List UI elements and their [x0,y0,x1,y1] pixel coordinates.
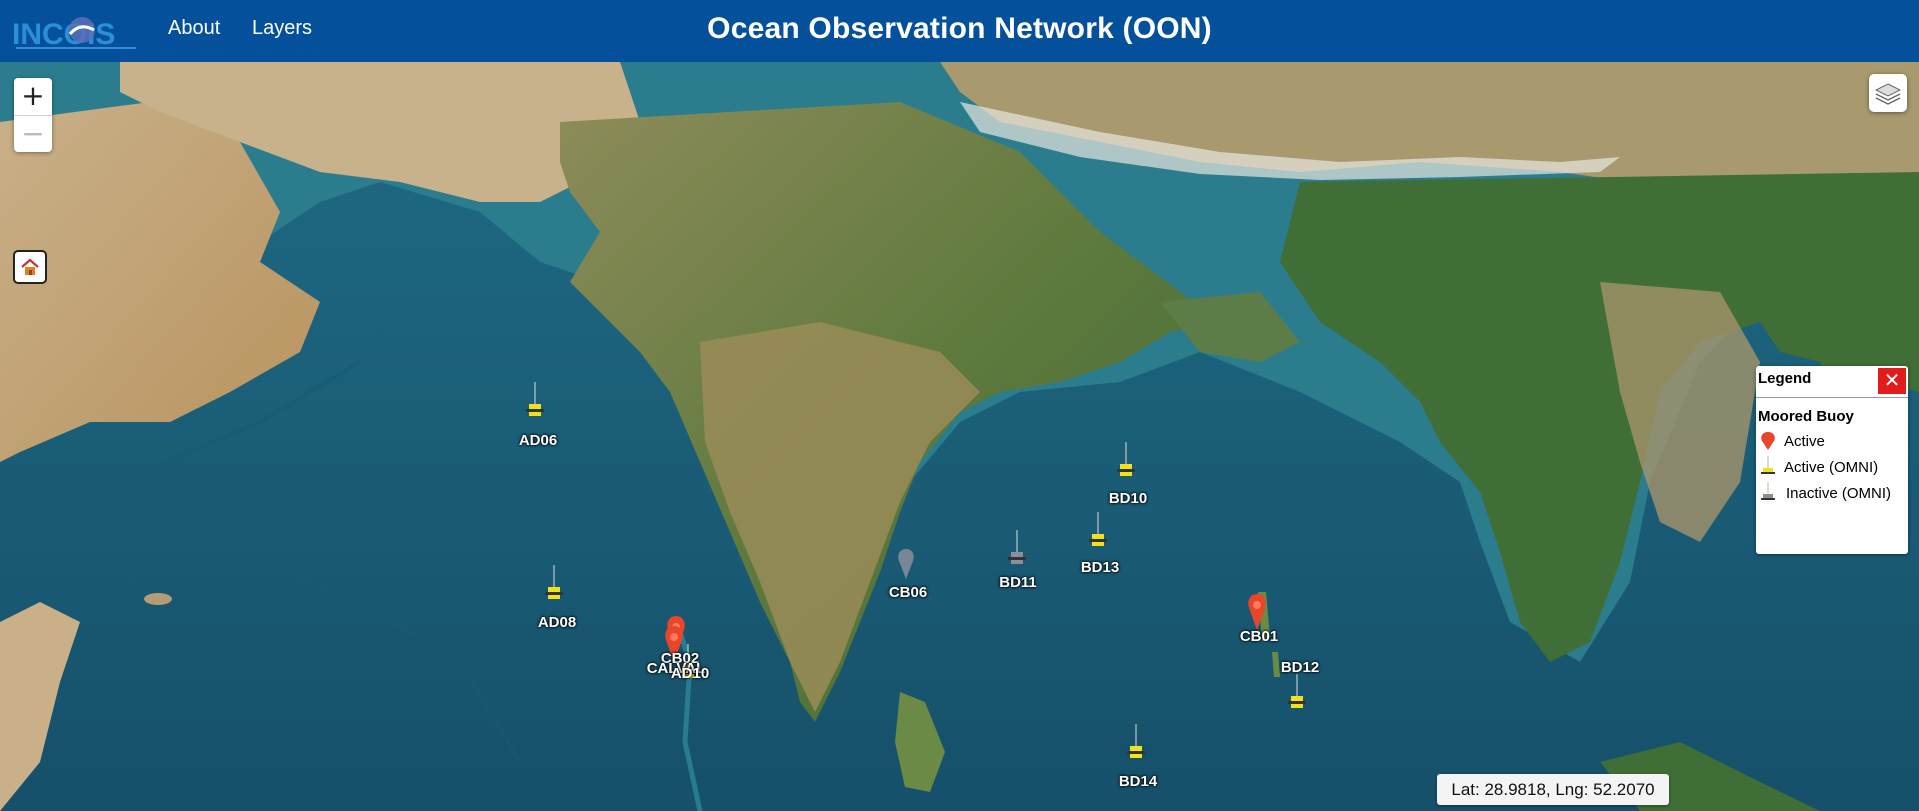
buoy-marker-BD10[interactable] [1115,442,1137,480]
page-title: Ocean Observation Network (OON) [707,12,1212,45]
marker-label: CB01 [1239,628,1279,645]
marker-label: AD06 [518,432,558,449]
marker-label: BD11 [999,574,1037,591]
marker-label: CB06 [888,584,928,601]
legend-section-title: Moored Buoy [1758,408,1854,425]
marker-label: AD08 [537,614,577,631]
legend-item-inactive-omni: Inactive (OMNI) [1756,482,1908,504]
marker-label: BD14 [1118,773,1158,790]
legend-close-button[interactable]: ✕ [1878,368,1906,394]
grey-buoy-icon [898,549,914,579]
buoy-marker-BD13[interactable] [1087,512,1109,550]
legend-item-label: Active [1784,433,1825,450]
legend-panel: Legend ✕ Moored Buoy Active Active (OMNI… [1756,366,1908,554]
layers-icon [1874,83,1902,105]
red-buoy-icon [1761,432,1775,450]
buoy-marker-BD11[interactable] [1006,530,1028,568]
buoy-marker-CB06[interactable] [895,547,917,581]
satellite-basemap [0,62,1919,811]
yellow-omni-buoy-icon [1127,724,1145,758]
legend-item-label: Active (OMNI) [1784,459,1879,476]
yellow-omni-buoy-icon [1117,442,1135,476]
yellow-omni-buoy-icon [1089,512,1107,546]
marker-label: AD10 [670,665,710,682]
grey-omni-buoy-icon [1761,482,1775,500]
red-buoy-icon [1248,594,1266,630]
home-button[interactable] [13,250,47,284]
buoy-marker-AD06[interactable] [524,382,546,420]
zoom-control: + − [14,78,52,152]
legend-divider [1756,397,1908,398]
marker-label: BD13 [1080,559,1120,576]
layers-button[interactable] [1869,74,1907,112]
buoy-marker-AD08[interactable] [543,565,565,603]
buoy-marker-CB01[interactable] [1245,592,1269,632]
grey-omni-buoy-icon [1008,530,1026,564]
yellow-omni-buoy-icon [545,565,563,599]
buoy-marker-BD12[interactable] [1286,674,1308,712]
yellow-omni-buoy-icon [526,382,544,416]
zoom-in-button[interactable]: + [14,78,52,116]
yellow-omni-buoy-icon [1761,456,1775,474]
zoom-out-button[interactable]: − [14,116,52,153]
top-header: INCOIS About Layers Ocean Observation Ne… [0,0,1919,62]
legend-title: Legend [1758,370,1812,387]
marker-label: BD10 [1108,490,1148,507]
buoy-marker-BD14[interactable] [1125,724,1147,762]
cursor-coordinates: Lat: 28.9818, Lng: 52.2070 [1437,774,1669,805]
marker-label: BD12 [1280,659,1320,676]
legend-item-label: Inactive (OMNI) [1786,485,1892,502]
legend-item-active-omni: Active (OMNI) [1756,456,1908,478]
yellow-omni-buoy-icon [1288,674,1306,708]
legend-item-active: Active [1756,430,1908,452]
home-icon [21,258,39,275]
map-view[interactable]: + − AD06 AD08 CB02 CALVAL AD10 CB06 BD10… [0,62,1919,811]
